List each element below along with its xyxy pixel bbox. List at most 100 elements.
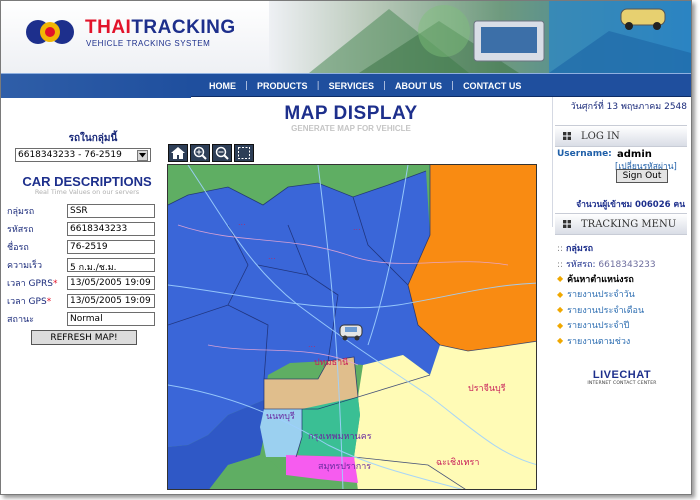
car-group-label: รถในกลุ่มนี้ xyxy=(68,133,118,144)
menu-item-locate-car[interactable]: ◆ ค้นหาตำแหน่งรถ xyxy=(557,271,644,287)
prefix-marker: :: xyxy=(557,244,566,254)
field-label-text: เวลา GPRS xyxy=(7,279,53,289)
field-row-gprs-time: เวลา GPRS* 13/05/2005 19:09 xyxy=(5,274,161,292)
field-label: เวลา GPRS* xyxy=(5,276,67,290)
field-speed-value: 5 ก.ม./ช.ม. xyxy=(67,258,155,272)
brand-tagline: VEHICLE TRACKING SYSTEM xyxy=(86,39,211,48)
required-star: * xyxy=(52,279,58,289)
map-label-samut-prakan: สมุทรปราการ xyxy=(318,462,371,472)
svg-text:...: ... xyxy=(268,252,276,261)
track-group-link[interactable]: :: กลุ่มรถ xyxy=(557,241,593,255)
nav-separator: | xyxy=(245,81,249,91)
field-label: สถานะ xyxy=(5,312,67,326)
home-icon[interactable] xyxy=(168,144,188,162)
panel-icon xyxy=(563,132,571,140)
full-extent-icon[interactable] xyxy=(234,144,254,162)
field-label-text: ชื่อรถ xyxy=(7,243,29,253)
nav-services[interactable]: SERVICES xyxy=(326,81,377,91)
menu-item-label: รายงานตามช่วง xyxy=(567,336,631,347)
current-date: วันศุกร์ที่ 13 พฤษภาคม 2548 xyxy=(570,102,687,112)
visitor-counter: จำนวนผู้เข้าชม 006026 คน xyxy=(576,200,685,210)
tracking-menu-title: TRACKING MENU xyxy=(581,218,677,230)
main-nav: HOME | PRODUCTS | SERVICES | ABOUT US | … xyxy=(1,73,691,98)
map-image: ปทุมธานี นนทบุรี กรุงเทพมหานคร สมุทรปราก… xyxy=(168,165,536,489)
nav-products[interactable]: PRODUCTS xyxy=(254,81,311,91)
field-label: ชื่อรถ xyxy=(5,240,67,254)
svg-text:...: ... xyxy=(308,340,316,349)
field-car-name-value: 76-2519 xyxy=(67,240,155,254)
brand-name-red: THAI xyxy=(85,17,132,38)
nav-left-tab xyxy=(1,74,191,98)
menu-item-label: รายงานประจำวัน xyxy=(567,290,635,301)
map-display-title: MAP DISPLAY xyxy=(284,103,418,124)
field-label-text: รหัสรถ xyxy=(7,225,34,235)
divider xyxy=(552,97,553,227)
car-description-panel: รถในกลุ่มนี้ 6618343233 - 76-2519 CAR DE… xyxy=(5,131,161,345)
field-label-text: กลุ่มรถ xyxy=(7,207,35,217)
track-code-row: :: รหัสรถ: 6618343233 xyxy=(557,257,656,271)
brand-name-blue: TRACKING xyxy=(131,17,236,38)
field-label: ความเร็ว xyxy=(5,258,67,272)
menu-item-monthly-report[interactable]: ◆ รายงานประจำเดือน xyxy=(557,302,644,318)
username-row: Username: admin xyxy=(557,149,652,160)
nav-separator: | xyxy=(316,81,320,91)
menu-item-yearly-report[interactable]: ◆ รายงานประจำปี xyxy=(557,318,644,334)
zoom-out-icon[interactable] xyxy=(212,144,232,162)
panel-icon xyxy=(563,220,571,228)
field-row-gps-time: เวลา GPS* 13/05/2005 19:09 xyxy=(5,292,161,310)
menu-item-label: รายงานประจำเดือน xyxy=(567,305,645,316)
field-gprs-time-value: 13/05/2005 19:09 xyxy=(67,276,155,290)
login-header: LOG IN xyxy=(555,125,687,147)
track-code-label: รหัสรถ: xyxy=(565,260,599,270)
svg-text:...: ... xyxy=(238,218,246,227)
menu-item-label: ค้นหาตำแหน่งรถ xyxy=(567,274,634,285)
nav-about-us[interactable]: ABOUT US xyxy=(392,81,445,91)
logo-icon xyxy=(26,20,74,44)
car-select-value: 6618343233 - 76-2519 xyxy=(18,150,122,160)
bullet-icon: ◆ xyxy=(557,320,564,330)
nav-home[interactable]: HOME xyxy=(206,81,239,91)
map-label-chachoengsao: ฉะเชิงเทรา xyxy=(436,457,479,468)
livechat-title: LIVECHAT xyxy=(592,369,652,381)
svg-text:...: ... xyxy=(353,223,361,232)
field-label-text: เวลา GPS xyxy=(7,297,47,307)
field-car-id-value: 6618343233 xyxy=(67,222,155,236)
login-title: LOG IN xyxy=(581,130,620,142)
field-label: เวลา GPS* xyxy=(5,294,67,308)
bullet-icon: ◆ xyxy=(557,305,564,315)
track-code-value: 6618343233 xyxy=(598,260,656,270)
refresh-map-button[interactable]: REFRESH MAP! xyxy=(31,330,137,345)
map-view[interactable]: ปทุมธานี นนทบุรี กรุงเทพมหานคร สมุทรปราก… xyxy=(167,164,537,490)
brand-name[interactable]: THAITRACKING xyxy=(85,17,236,39)
field-label: กลุ่มรถ xyxy=(5,204,67,218)
field-row-group: กลุ่มรถ SSR xyxy=(5,202,161,220)
tracking-menu-header: TRACKING MENU xyxy=(555,213,687,235)
field-group-value: SSR xyxy=(67,204,155,218)
map-toolbar xyxy=(168,144,254,162)
map-label-prachinburi: ปราจีนบุรี xyxy=(468,383,506,394)
sign-out-button[interactable]: Sign Out xyxy=(616,169,668,183)
header: THAITRACKING VEHICLE TRACKING SYSTEM xyxy=(1,1,691,73)
nav-contact-us[interactable]: CONTACT US xyxy=(460,81,524,91)
chevron-down-icon xyxy=(137,149,148,161)
map-label-bangkok: กรุงเทพมหานคร xyxy=(308,432,372,442)
username-label: Username: xyxy=(557,149,612,159)
car-select-dropdown[interactable]: 6618343233 - 76-2519 xyxy=(15,148,151,162)
nav-separator: | xyxy=(451,81,455,91)
menu-item-range-report[interactable]: ◆ รายงานตามช่วง xyxy=(557,333,644,349)
zoom-in-icon[interactable] xyxy=(190,144,210,162)
field-row-car-name: ชื่อรถ 76-2519 xyxy=(5,238,161,256)
nav-separator: | xyxy=(382,81,387,91)
field-label: รหัสรถ xyxy=(5,222,67,236)
field-label-text: ความเร็ว xyxy=(7,261,43,271)
field-row-speed: ความเร็ว 5 ก.ม./ช.ม. xyxy=(5,256,161,274)
bullet-icon: ◆ xyxy=(557,289,564,299)
bullet-icon: ◆ xyxy=(557,274,564,284)
map-label-nonthaburi: นนทบุรี xyxy=(266,411,295,422)
prefix-marker: :: xyxy=(557,260,566,270)
car-fields: กลุ่มรถ SSR รหัสรถ 6618343233 ชื่อรถ 76-… xyxy=(5,202,161,328)
menu-item-label: รายงานประจำปี xyxy=(567,321,630,332)
livechat-button[interactable]: LIVECHAT INTERNET CONTACT CENTER xyxy=(585,369,659,386)
car-descriptions-title: CAR DESCRIPTIONS xyxy=(22,174,152,189)
menu-item-daily-report[interactable]: ◆ รายงานประจำวัน xyxy=(557,287,644,303)
